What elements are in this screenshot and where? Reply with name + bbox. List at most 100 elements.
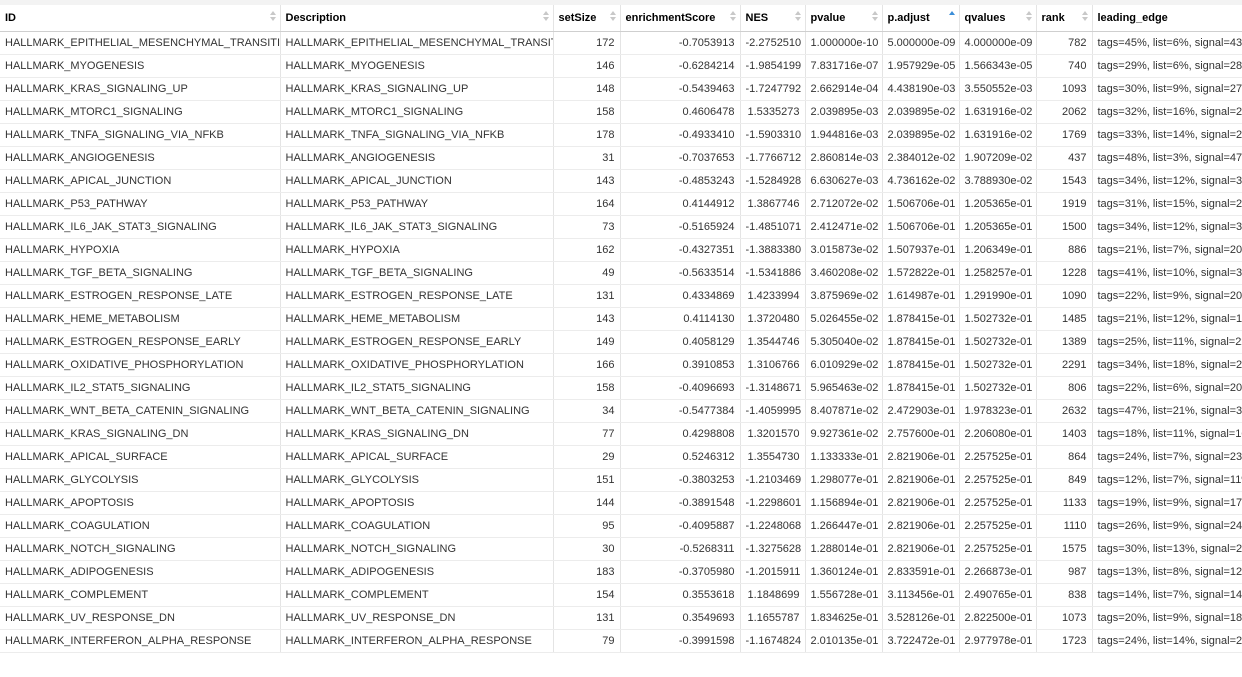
cell-padj: 4.438190e-03 (882, 77, 960, 101)
cell-id: HALLMARK_ADIPOGENESIS (0, 560, 281, 584)
cell-nes: 1.3867746 (740, 192, 806, 216)
cell-id: HALLMARK_APICAL_SURFACE (0, 445, 281, 469)
sort-icon[interactable] (542, 11, 549, 23)
cell-rank: 1575 (1036, 537, 1093, 561)
cell-id: HALLMARK_COAGULATION (0, 514, 281, 538)
cell-pvalue: 3.875969e-02 (805, 284, 883, 308)
cell-qvalues: 1.205365e-01 (959, 215, 1037, 239)
column-header-label: NES (745, 11, 769, 24)
cell-nes: -1.2298601 (740, 491, 806, 515)
sort-ascending-icon[interactable] (948, 11, 955, 23)
cell-es: -0.7053913 (620, 31, 741, 55)
sort-icon[interactable] (269, 11, 276, 23)
cell-padj: 2.384012e-02 (882, 146, 960, 170)
cell-id: HALLMARK_ESTROGEN_RESPONSE_LATE (0, 284, 281, 308)
cell-desc: HALLMARK_COAGULATION (280, 514, 554, 538)
table-row[interactable]: HALLMARK_APICAL_SURFACE HALLMARK_APICAL_S… (0, 445, 1242, 469)
table-row[interactable]: HALLMARK_HEME_METABOLISM HALLMARK_HEME_ME… (0, 307, 1242, 331)
column-header-pvalue[interactable]: pvalue (805, 5, 883, 32)
column-header-qvalues[interactable]: qvalues (959, 5, 1037, 32)
sort-icon[interactable] (729, 11, 736, 23)
column-header-es[interactable]: enrichmentScore (620, 5, 741, 32)
table-row[interactable]: HALLMARK_UV_RESPONSE_DN HALLMARK_UV_RESPO… (0, 606, 1242, 630)
table-row[interactable]: HALLMARK_WNT_BETA_CATENIN_SIGNALING HALLM… (0, 399, 1242, 423)
table-row[interactable]: HALLMARK_IL2_STAT5_SIGNALING HALLMARK_IL2… (0, 376, 1242, 400)
cell-setSize: 79 (553, 629, 621, 653)
cell-pvalue: 9.927361e-02 (805, 422, 883, 446)
cell-le: tags=41%, list=10%, signal=37% (1092, 261, 1242, 285)
cell-pvalue: 1.266447e-01 (805, 514, 883, 538)
cell-padj: 1.506706e-01 (882, 192, 960, 216)
sort-icon[interactable] (609, 11, 616, 23)
cell-le: tags=19%, list=9%, signal=17% (1092, 491, 1242, 515)
cell-rank: 1228 (1036, 261, 1093, 285)
table-row[interactable]: HALLMARK_MTORC1_SIGNALING HALLMARK_MTORC1… (0, 100, 1242, 124)
table-row[interactable]: HALLMARK_IL6_JAK_STAT3_SIGNALING HALLMARK… (0, 215, 1242, 239)
table-row[interactable]: HALLMARK_ESTROGEN_RESPONSE_EARLY HALLMARK… (0, 330, 1242, 354)
cell-nes: 1.3544746 (740, 330, 806, 354)
table-row[interactable]: HALLMARK_COAGULATION HALLMARK_COAGULATION… (0, 514, 1242, 538)
cell-desc: HALLMARK_ADIPOGENESIS (280, 560, 554, 584)
table-row[interactable]: HALLMARK_TGF_BETA_SIGNALING HALLMARK_TGF_… (0, 261, 1242, 285)
cell-rank: 740 (1036, 54, 1093, 78)
column-header-padj[interactable]: p.adjust (882, 5, 960, 32)
table-row[interactable]: HALLMARK_KRAS_SIGNALING_DN HALLMARK_KRAS_… (0, 422, 1242, 446)
cell-id: HALLMARK_APOPTOSIS (0, 491, 281, 515)
table-row[interactable]: HALLMARK_APICAL_JUNCTION HALLMARK_APICAL_… (0, 169, 1242, 193)
cell-setSize: 143 (553, 307, 621, 331)
cell-id: HALLMARK_UV_RESPONSE_DN (0, 606, 281, 630)
sort-icon[interactable] (1025, 11, 1032, 23)
table-row[interactable]: HALLMARK_TNFA_SIGNALING_VIA_NFKB HALLMARK… (0, 123, 1242, 147)
cell-id: HALLMARK_HYPOXIA (0, 238, 281, 262)
cell-rank: 1093 (1036, 77, 1093, 101)
table-row[interactable]: HALLMARK_EPITHELIAL_MESENCHYMAL_TRANSITI… (0, 31, 1242, 55)
cell-padj: 1.878415e-01 (882, 330, 960, 354)
cell-le: tags=18%, list=11%, signal=16% (1092, 422, 1242, 446)
sort-icon[interactable] (1081, 11, 1088, 23)
cell-padj: 2.821906e-01 (882, 491, 960, 515)
cell-nes: -1.2248068 (740, 514, 806, 538)
sort-icon[interactable] (794, 11, 801, 23)
table-row[interactable]: HALLMARK_GLYCOLYSIS HALLMARK_GLYCOLYSIS 15… (0, 468, 1242, 492)
cell-qvalues: 3.550552e-03 (959, 77, 1037, 101)
cell-es: -0.3803253 (620, 468, 741, 492)
cell-es: 0.4058129 (620, 330, 741, 354)
table-row[interactable]: HALLMARK_OXIDATIVE_PHOSPHORYLATION HALLMA… (0, 353, 1242, 377)
table-row[interactable]: HALLMARK_NOTCH_SIGNALING HALLMARK_NOTCH_S… (0, 537, 1242, 561)
table-row[interactable]: HALLMARK_INTERFERON_ALPHA_RESPONSE HALLMA… (0, 629, 1242, 653)
cell-rank: 849 (1036, 468, 1093, 492)
table-row[interactable]: HALLMARK_APOPTOSIS HALLMARK_APOPTOSIS 144-… (0, 491, 1242, 515)
column-header-id[interactable]: ID (0, 5, 281, 32)
cell-setSize: 146 (553, 54, 621, 78)
column-header-rank[interactable]: rank (1036, 5, 1093, 32)
sort-icon[interactable] (871, 11, 878, 23)
table-row[interactable]: HALLMARK_MYOGENESIS HALLMARK_MYOGENESIS 14… (0, 54, 1242, 78)
cell-es: 0.4334869 (620, 284, 741, 308)
cell-setSize: 49 (553, 261, 621, 285)
cell-qvalues: 2.257525e-01 (959, 537, 1037, 561)
table-row[interactable]: HALLMARK_ADIPOGENESIS HALLMARK_ADIPOGENES… (0, 560, 1242, 584)
cell-pvalue: 1.556728e-01 (805, 583, 883, 607)
table-row[interactable]: HALLMARK_HYPOXIA HALLMARK_HYPOXIA 162 -0.43… (0, 238, 1242, 262)
cell-es: -0.3891548 (620, 491, 741, 515)
table-row[interactable]: HALLMARK_P53_PATHWAY HALLMARK_P53_PATHWAY… (0, 192, 1242, 216)
cell-id: HALLMARK_COMPLEMENT (0, 583, 281, 607)
table-row[interactable]: HALLMARK_COMPLEMENT HALLMARK_COMPLEMENT 15… (0, 583, 1242, 607)
table-row[interactable]: HALLMARK_ANGIOGENESIS HALLMARK_ANGIOGENES… (0, 146, 1242, 170)
cell-es: -0.4933410 (620, 123, 741, 147)
table-row[interactable]: HALLMARK_ESTROGEN_RESPONSE_LATE HALLMARK_… (0, 284, 1242, 308)
column-header-le[interactable]: leading_edge (1092, 5, 1242, 32)
cell-padj: 2.039895e-02 (882, 123, 960, 147)
column-header-setSize[interactable]: setSize (553, 5, 621, 32)
cell-padj: 1.878415e-01 (882, 376, 960, 400)
cell-rank: 2291 (1036, 353, 1093, 377)
cell-nes: -1.3883380 (740, 238, 806, 262)
cell-nes: -1.2015911 (740, 560, 806, 584)
cell-desc: HALLMARK_TGF_BETA_SIGNALING (280, 261, 554, 285)
cell-le: tags=34%, list=12%, signal=30% (1092, 215, 1242, 239)
cell-pvalue: 2.712072e-02 (805, 192, 883, 216)
cell-nes: -1.7247792 (740, 77, 806, 101)
table-row[interactable]: HALLMARK_KRAS_SIGNALING_UP HALLMARK_KRAS_… (0, 77, 1242, 101)
column-header-desc[interactable]: Description (280, 5, 554, 32)
column-header-nes[interactable]: NES (740, 5, 806, 32)
